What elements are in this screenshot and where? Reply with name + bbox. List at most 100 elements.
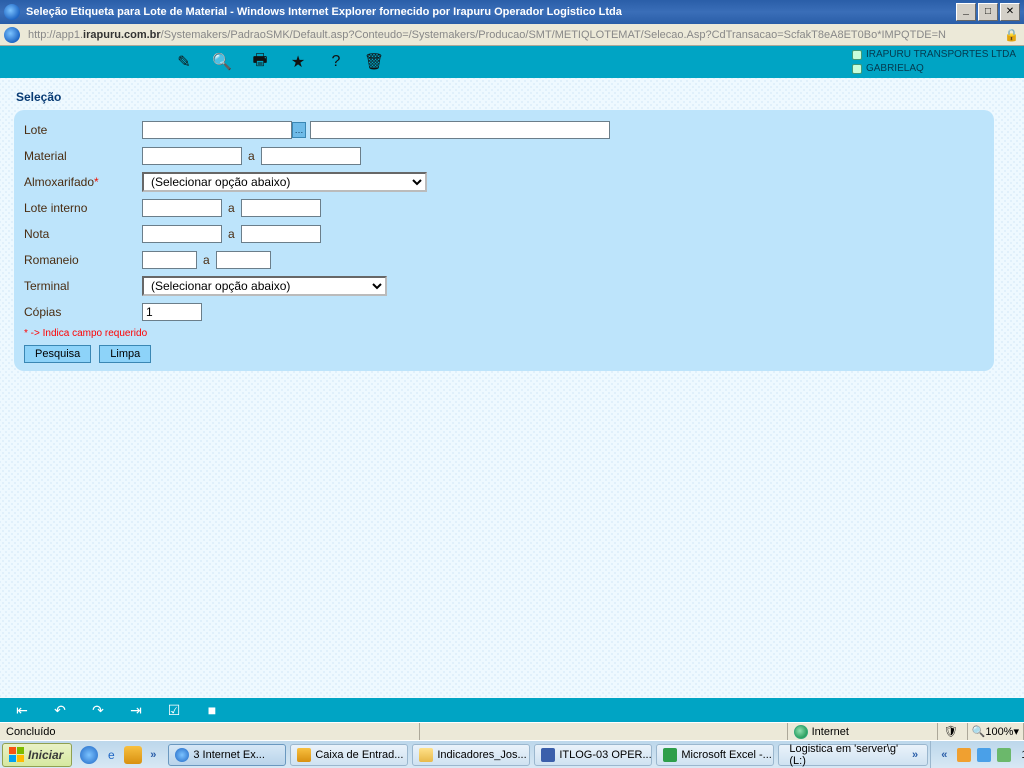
input-copias[interactable] xyxy=(142,303,202,321)
label-romaneio: Romaneio xyxy=(24,253,142,267)
tray-icon-1[interactable] xyxy=(957,748,971,762)
panel-title: Seleção xyxy=(16,90,1010,104)
start-button[interactable]: Iniciar xyxy=(2,743,72,767)
url-rest: /Systemakers/PadraoSMK/Default.asp?Conte… xyxy=(161,29,946,41)
task-word[interactable]: ITLOG-03 OPER... xyxy=(534,744,652,766)
quick-launch: e » xyxy=(80,746,160,764)
page-area: Seleção Lote … Material a Almoxarifado* … xyxy=(0,78,1024,698)
zone-label: Internet xyxy=(812,726,849,738)
input-material-from[interactable] xyxy=(142,147,242,165)
url-domain: irapuru.com.br xyxy=(83,29,161,41)
task-outlook-label: Caixa de Entrad... xyxy=(315,749,403,761)
ie-icon xyxy=(4,4,20,20)
input-lote-interno-from[interactable] xyxy=(142,199,222,217)
ql-outlook-icon[interactable] xyxy=(124,746,142,764)
input-lote-desc[interactable] xyxy=(310,121,610,139)
url-prefix: http://app1. xyxy=(28,29,83,41)
user-name: GABRIELAQ xyxy=(866,62,924,76)
label-copias: Cópias xyxy=(24,305,142,319)
windows-logo-icon xyxy=(9,747,24,762)
selection-panel: Lote … Material a Almoxarifado* (Selecio… xyxy=(14,110,994,371)
app-bottom-toolbar: ⇤ ↶ ↷ ⇥ ☑ ■ xyxy=(0,698,1024,722)
input-lote-interno-to[interactable] xyxy=(241,199,321,217)
header-info: IRAPURU TRANSPORTES LTDA GABRIELAQ xyxy=(852,48,1016,76)
window-title: Seleção Etiqueta para Lote de Material -… xyxy=(26,6,956,18)
input-nota-from[interactable] xyxy=(142,225,222,243)
label-terminal: Terminal xyxy=(24,279,142,293)
clear-button[interactable]: Limpa xyxy=(99,345,151,363)
search-icon[interactable]: 🔍 xyxy=(208,50,236,74)
app-toolbar: ✎ 🔍 🖶 ★ ? 🗑 IRAPURU TRANSPORTES LTDA GAB… xyxy=(0,46,1024,78)
label-lote: Lote xyxy=(24,123,142,137)
input-romaneio-to[interactable] xyxy=(216,251,271,269)
select-almox[interactable]: (Selecionar opção abaixo) xyxy=(142,172,427,192)
zoom-value: 100% xyxy=(985,726,1013,738)
minimize-button[interactable]: _ xyxy=(956,3,976,21)
user-dot-icon xyxy=(852,64,862,74)
nav-check-icon[interactable]: ☑ xyxy=(164,702,184,719)
task-ie[interactable]: 3 Internet Ex... xyxy=(168,744,286,766)
nav-first-icon[interactable]: ⇤ xyxy=(12,702,32,719)
status-zone: Internet xyxy=(788,723,938,740)
nav-next-icon[interactable]: ↷ xyxy=(88,702,108,719)
ie-status-bar: Concluído Internet 🛡 🔍 100% ▾ xyxy=(0,722,1024,740)
tray-icon-2[interactable] xyxy=(977,748,991,762)
zoom-cell[interactable]: 🔍 100% ▾ xyxy=(968,723,1024,740)
label-almox: Almoxarifado* xyxy=(24,175,142,189)
search-button[interactable]: Pesquisa xyxy=(24,345,91,363)
help-icon[interactable]: ? xyxy=(322,50,350,74)
url-field[interactable]: http://app1.irapuru.com.br/Systemakers/P… xyxy=(24,27,998,43)
ie-small-icon xyxy=(4,27,20,43)
ql-ie-icon[interactable]: e xyxy=(102,746,120,764)
label-material: Material xyxy=(24,149,142,163)
lookup-lote-button[interactable]: … xyxy=(292,122,306,138)
system-tray: « 14:08 xyxy=(930,741,1024,768)
nav-stop-icon[interactable]: ■ xyxy=(202,702,222,718)
tray-icon-3[interactable] xyxy=(997,748,1011,762)
print-icon[interactable]: 🖶 xyxy=(246,50,274,74)
task-ie-label: 3 Internet Ex... xyxy=(193,749,265,761)
input-romaneio-from[interactable] xyxy=(142,251,197,269)
sep-a-material: a xyxy=(248,149,255,163)
window-titlebar: Seleção Etiqueta para Lote de Material -… xyxy=(0,0,1024,24)
sep-a-loteint: a xyxy=(228,201,235,215)
ie-task-icon xyxy=(175,748,189,762)
sep-a-nota: a xyxy=(228,227,235,241)
label-nota: Nota xyxy=(24,227,142,241)
required-hint: * -> Indica campo requerido xyxy=(24,328,984,339)
label-lote-interno: Lote interno xyxy=(24,201,142,215)
tray-more-icon[interactable]: « xyxy=(937,749,951,761)
input-nota-to[interactable] xyxy=(241,225,321,243)
maximize-button[interactable]: □ xyxy=(978,3,998,21)
company-name: IRAPURU TRANSPORTES LTDA xyxy=(866,48,1016,62)
nav-last-icon[interactable]: ⇥ xyxy=(126,702,146,719)
close-button[interactable]: ✕ xyxy=(1000,3,1020,21)
outlook-task-icon xyxy=(297,748,311,762)
task-drive[interactable]: Logistica em 'server\g' (L:) » xyxy=(778,744,928,766)
input-material-to[interactable] xyxy=(261,147,361,165)
start-label: Iniciar xyxy=(28,748,63,762)
windows-taskbar: Iniciar e » 3 Internet Ex... Caixa de En… xyxy=(0,740,1024,768)
input-lote[interactable] xyxy=(142,121,292,139)
ql-more-icon[interactable]: » xyxy=(146,749,160,761)
internet-zone-icon xyxy=(794,725,808,739)
task-word-label: ITLOG-03 OPER... xyxy=(559,749,651,761)
lock-icon: 🔒 xyxy=(1004,28,1018,42)
task-excel-label: Microsoft Excel -... xyxy=(681,749,771,761)
company-dot-icon xyxy=(852,50,862,60)
ql-desktop-icon[interactable] xyxy=(80,746,98,764)
star-icon[interactable]: ★ xyxy=(284,50,312,74)
trash-icon[interactable]: 🗑 xyxy=(360,50,388,74)
nav-prev-icon[interactable]: ↶ xyxy=(50,702,70,719)
sep-a-rom: a xyxy=(203,253,210,267)
task-outlook[interactable]: Caixa de Entrad... xyxy=(290,744,408,766)
task-excel[interactable]: Microsoft Excel -... xyxy=(656,744,774,766)
drive-more-icon[interactable]: » xyxy=(909,749,922,761)
protected-mode-cell: 🛡 xyxy=(938,723,968,740)
select-terminal[interactable]: (Selecionar opção abaixo) xyxy=(142,276,387,296)
word-task-icon xyxy=(541,748,555,762)
eraser-icon[interactable]: ✎ xyxy=(170,50,198,74)
task-folder[interactable]: Indicadores_Jos... xyxy=(412,744,530,766)
task-drive-label: Logistica em 'server\g' (L:) xyxy=(789,743,904,767)
folder-task-icon xyxy=(419,748,433,762)
